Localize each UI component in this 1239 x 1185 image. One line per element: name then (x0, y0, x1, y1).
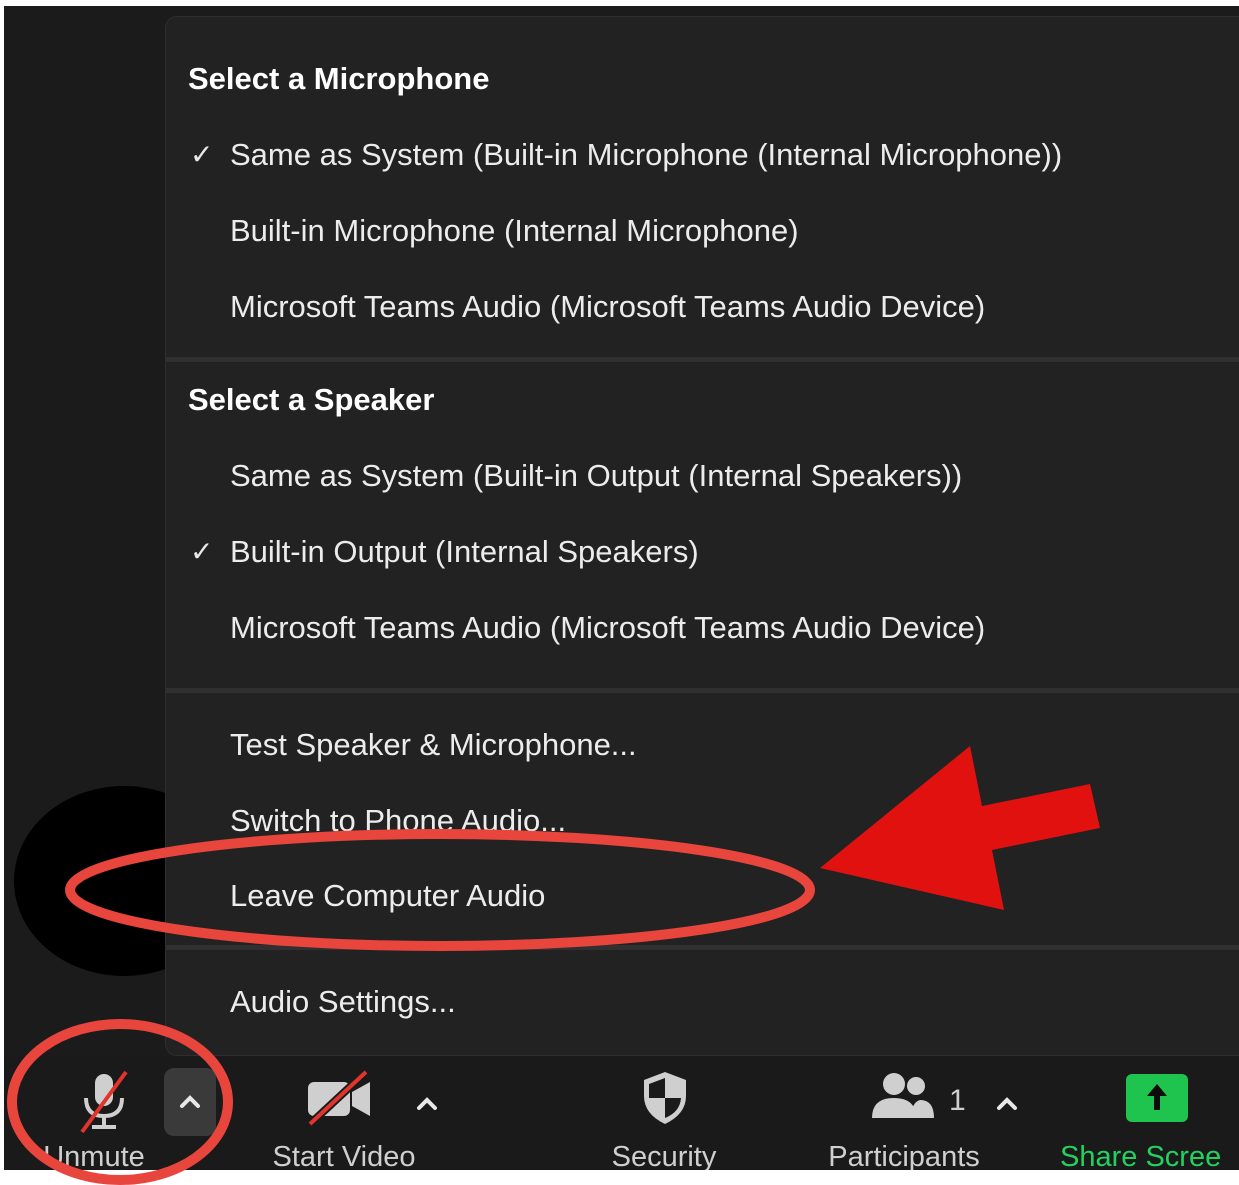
menu-item-label: Microsoft Teams Audio (Microsoft Teams A… (230, 610, 986, 645)
audio-settings-section: Audio Settings... (166, 950, 1239, 1070)
mic-muted-icon (80, 1070, 128, 1134)
menu-item-label: Switch to Phone Audio... (230, 802, 567, 838)
menu-item-label: Built-in Microphone (Internal Microphone… (230, 213, 799, 248)
speaker-section: Select a Speaker Same as System (Built-i… (166, 362, 1239, 688)
chevron-up-icon (997, 1097, 1017, 1110)
audio-settings-item[interactable]: Audio Settings... (166, 964, 1239, 1040)
participants-icon (872, 1073, 934, 1118)
share-arrow-icon (1147, 1084, 1167, 1110)
chevron-up-icon (417, 1097, 437, 1110)
speaker-heading: Select a Speaker (188, 382, 435, 417)
meeting-toolbar: Unmute Start Video Security 1 Participan… (4, 1056, 1239, 1170)
participants-label: Participants (828, 1141, 980, 1170)
menu-item-label: Audio Settings... (230, 984, 456, 1019)
audio-options-caret-button[interactable] (164, 1068, 216, 1136)
speaker-option-built-in[interactable]: ✓ Built-in Output (Internal Speakers) (166, 514, 1239, 590)
menu-item-label: Same as System (Built-in Microphone (Int… (230, 137, 1063, 172)
security-label: Security (611, 1141, 717, 1170)
start-video-label: Start Video (272, 1141, 416, 1170)
audio-actions-section: Test Speaker & Microphone... Switch to P… (166, 693, 1239, 945)
leave-computer-audio-item[interactable]: Leave Computer Audio (166, 858, 1239, 934)
unmute-label: Unmute (43, 1141, 145, 1170)
check-icon: ✓ (190, 536, 214, 567)
microphone-heading: Select a Microphone (188, 61, 490, 96)
participants-button[interactable]: 1 Participants (804, 1056, 1017, 1170)
test-speaker-microphone-item[interactable]: Test Speaker & Microphone... (166, 707, 1239, 783)
microphone-section: Select a Microphone ✓ Same as System (Bu… (166, 17, 1239, 357)
menu-item-label: Microsoft Teams Audio (Microsoft Teams A… (230, 289, 986, 324)
mic-option-teams-audio[interactable]: Microsoft Teams Audio (Microsoft Teams A… (166, 269, 1239, 345)
check-icon: ✓ (190, 139, 214, 170)
audio-menu: Select a Microphone ✓ Same as System (Bu… (165, 16, 1239, 1056)
chevron-up-icon (180, 1095, 200, 1108)
mic-option-same-as-system[interactable]: ✓ Same as System (Built-in Microphone (I… (166, 117, 1239, 193)
start-video-button[interactable]: Start Video (244, 1056, 444, 1170)
shield-icon (644, 1072, 686, 1124)
switch-to-phone-audio-item[interactable]: Switch to Phone Audio... (166, 783, 1239, 859)
menu-item-label: Test Speaker & Microphone... (230, 727, 637, 762)
menu-item-label: Same as System (Built-in Output (Interna… (230, 458, 963, 493)
speaker-option-teams-audio[interactable]: Microsoft Teams Audio (Microsoft Teams A… (166, 590, 1239, 666)
share-screen-label: Share Scree (1060, 1141, 1222, 1170)
share-screen-button[interactable]: Share Scree (1054, 1056, 1239, 1170)
menu-item-label: Built-in Output (Internal Speakers) (230, 534, 699, 569)
speaker-option-same-as-system[interactable]: Same as System (Built-in Output (Interna… (166, 438, 1239, 514)
video-off-icon (307, 1070, 370, 1126)
share-screen-box (1126, 1074, 1188, 1122)
participant-count: 1 (949, 1084, 966, 1117)
menu-item-label: Leave Computer Audio (230, 878, 546, 913)
meeting-window: Select a Microphone ✓ Same as System (Bu… (4, 6, 1239, 1170)
mic-option-built-in[interactable]: Built-in Microphone (Internal Microphone… (166, 193, 1239, 269)
unmute-button[interactable]: Unmute (24, 1056, 164, 1170)
security-button[interactable]: Security (584, 1056, 744, 1170)
